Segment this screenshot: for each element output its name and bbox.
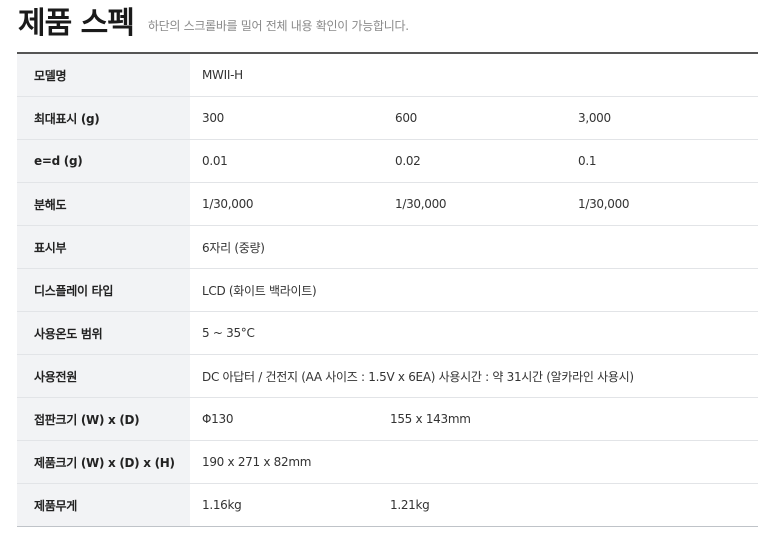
spec-value: 1/30,000 bbox=[395, 197, 447, 211]
spec-value: 600 bbox=[395, 111, 418, 125]
spec-label: 제품크기 (W) x (D) x (H) bbox=[17, 441, 190, 483]
spec-value: LCD (화이트 백라이트) bbox=[202, 283, 317, 298]
page-title: 제품 스펙 bbox=[18, 6, 135, 41]
spec-values: 6자리 (중량) bbox=[190, 226, 758, 268]
spec-row-display: 표시부 6자리 (중량) bbox=[17, 226, 758, 269]
spec-row-readability: e=d (g) 0.01 0.02 0.1 bbox=[17, 140, 758, 183]
spec-values: 1.16kg 1.21kg bbox=[190, 484, 758, 526]
spec-value: 1.21kg bbox=[390, 498, 430, 512]
spec-row-power: 사용전원 DC 아답터 / 건전지 (AA 사이즈 : 1.5V x 6EA) … bbox=[17, 355, 758, 398]
scroll-hint: 하단의 스크롤바를 밀어 전체 내용 확인이 가능합니다. bbox=[147, 18, 409, 33]
spec-row-product-size: 제품크기 (W) x (D) x (H) 190 x 271 x 82mm bbox=[17, 441, 758, 484]
spec-value: 155 x 143mm bbox=[390, 412, 471, 426]
spec-values: 1/30,000 1/30,000 1/30,000 bbox=[190, 183, 758, 225]
spec-label: 디스플레이 타입 bbox=[17, 269, 190, 311]
spec-value: MWII-H bbox=[202, 68, 243, 82]
spec-value: Φ130 bbox=[202, 412, 234, 426]
spec-values: Φ130 155 x 143mm bbox=[190, 398, 758, 440]
spec-table: 모델명 MWII-H 최대표시 (g) 300 600 3,000 e=d (g… bbox=[17, 52, 758, 527]
spec-label: 최대표시 (g) bbox=[17, 97, 190, 139]
spec-row-temperature: 사용온도 범위 5 ~ 35°C bbox=[17, 312, 758, 355]
spec-row-capacity: 최대표시 (g) 300 600 3,000 bbox=[17, 97, 758, 140]
spec-value: 5 ~ 35°C bbox=[202, 326, 255, 340]
spec-label: 표시부 bbox=[17, 226, 190, 268]
spec-value: 190 x 271 x 82mm bbox=[202, 455, 312, 469]
spec-label: e=d (g) bbox=[17, 140, 190, 182]
spec-row-resolution: 분해도 1/30,000 1/30,000 1/30,000 bbox=[17, 183, 758, 226]
spec-label: 제품무게 bbox=[17, 484, 190, 526]
spec-values: 0.01 0.02 0.1 bbox=[190, 140, 758, 182]
spec-value: 1/30,000 bbox=[578, 197, 630, 211]
spec-label: 사용온도 범위 bbox=[17, 312, 190, 354]
spec-value: 0.1 bbox=[578, 154, 597, 168]
spec-value: 0.02 bbox=[395, 154, 421, 168]
spec-value: DC 아답터 / 건전지 (AA 사이즈 : 1.5V x 6EA) 사용시간 … bbox=[202, 369, 634, 384]
spec-label: 모델명 bbox=[17, 54, 190, 96]
spec-value: 1.16kg bbox=[202, 498, 242, 512]
spec-value: 1/30,000 bbox=[202, 197, 254, 211]
spec-values: 5 ~ 35°C bbox=[190, 312, 758, 354]
spec-values: MWII-H bbox=[190, 54, 758, 96]
spec-value: 3,000 bbox=[578, 111, 611, 125]
spec-values: 300 600 3,000 bbox=[190, 97, 758, 139]
spec-value: 0.01 bbox=[202, 154, 228, 168]
spec-row-display-type: 디스플레이 타입 LCD (화이트 백라이트) bbox=[17, 269, 758, 312]
spec-values: LCD (화이트 백라이트) bbox=[190, 269, 758, 311]
spec-label: 사용전원 bbox=[17, 355, 190, 397]
spec-values: 190 x 271 x 82mm bbox=[190, 441, 758, 483]
spec-value: 6자리 (중량) bbox=[202, 240, 265, 255]
spec-label: 분해도 bbox=[17, 183, 190, 225]
page-header: 제품 스펙 하단의 스크롤바를 밀어 전체 내용 확인이 가능합니다. bbox=[18, 4, 409, 44]
spec-row-model: 모델명 MWII-H bbox=[17, 54, 758, 97]
spec-row-weight: 제품무게 1.16kg 1.21kg bbox=[17, 484, 758, 526]
spec-values: DC 아답터 / 건전지 (AA 사이즈 : 1.5V x 6EA) 사용시간 … bbox=[190, 355, 758, 397]
spec-row-pan-size: 접판크기 (W) x (D) Φ130 155 x 143mm bbox=[17, 398, 758, 441]
spec-label: 접판크기 (W) x (D) bbox=[17, 398, 190, 440]
spec-value: 300 bbox=[202, 111, 225, 125]
